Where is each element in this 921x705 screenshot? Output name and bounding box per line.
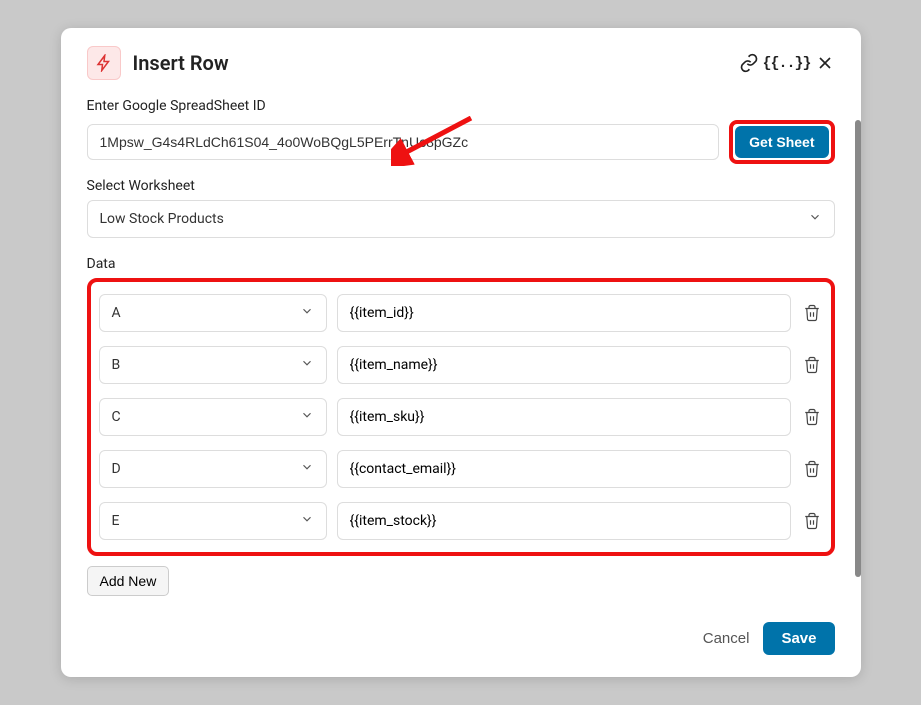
- worksheet-select[interactable]: Low Stock Products: [87, 200, 835, 238]
- column-select[interactable]: C: [99, 398, 327, 436]
- braces-icon[interactable]: {{..}}: [777, 53, 797, 73]
- delete-row-button[interactable]: [801, 510, 823, 532]
- data-row: B: [99, 346, 823, 384]
- value-input[interactable]: [337, 502, 791, 540]
- column-value: B: [112, 357, 121, 373]
- column-value: D: [112, 461, 121, 477]
- value-input[interactable]: [337, 346, 791, 384]
- add-new-button[interactable]: Add New: [87, 566, 170, 596]
- data-row: C: [99, 398, 823, 436]
- column-select[interactable]: E: [99, 502, 327, 540]
- column-value: E: [112, 513, 120, 529]
- annotation-highlight-getsheet: Get Sheet: [729, 120, 834, 164]
- delete-row-button[interactable]: [801, 458, 823, 480]
- column-value: A: [112, 305, 121, 321]
- data-row: A: [99, 294, 823, 332]
- get-sheet-button[interactable]: Get Sheet: [735, 126, 828, 158]
- worksheet-label: Select Worksheet: [87, 178, 835, 194]
- dialog-footer: Cancel Save: [87, 622, 835, 655]
- chevron-down-icon: [300, 356, 314, 374]
- cancel-button[interactable]: Cancel: [703, 630, 750, 647]
- data-label: Data: [87, 256, 835, 272]
- close-icon[interactable]: [815, 53, 835, 73]
- delete-row-button[interactable]: [801, 406, 823, 428]
- dialog-title: Insert Row: [133, 51, 739, 75]
- chevron-down-icon: [808, 210, 822, 228]
- spreadsheet-id-label: Enter Google SpreadSheet ID: [87, 98, 835, 114]
- chevron-down-icon: [300, 512, 314, 530]
- save-button[interactable]: Save: [763, 622, 834, 655]
- data-row: D: [99, 450, 823, 488]
- link-icon[interactable]: [739, 53, 759, 73]
- chevron-down-icon: [300, 304, 314, 322]
- value-input[interactable]: [337, 398, 791, 436]
- value-input[interactable]: [337, 294, 791, 332]
- column-select[interactable]: D: [99, 450, 327, 488]
- spreadsheet-id-input[interactable]: [87, 124, 720, 160]
- value-input[interactable]: [337, 450, 791, 488]
- delete-row-button[interactable]: [801, 354, 823, 376]
- chevron-down-icon: [300, 460, 314, 478]
- scrollbar[interactable]: [855, 120, 861, 577]
- delete-row-button[interactable]: [801, 302, 823, 324]
- column-select[interactable]: A: [99, 294, 327, 332]
- dialog-header: Insert Row {{..}}: [87, 46, 835, 80]
- lightning-icon: [87, 46, 121, 80]
- data-row: E: [99, 502, 823, 540]
- chevron-down-icon: [300, 408, 314, 426]
- column-select[interactable]: B: [99, 346, 327, 384]
- column-value: C: [112, 409, 121, 425]
- insert-row-dialog: Insert Row {{..}} Enter Google SpreadShe…: [61, 28, 861, 677]
- worksheet-selected-value: Low Stock Products: [100, 211, 224, 227]
- annotation-highlight-datarows: A B C: [87, 278, 835, 556]
